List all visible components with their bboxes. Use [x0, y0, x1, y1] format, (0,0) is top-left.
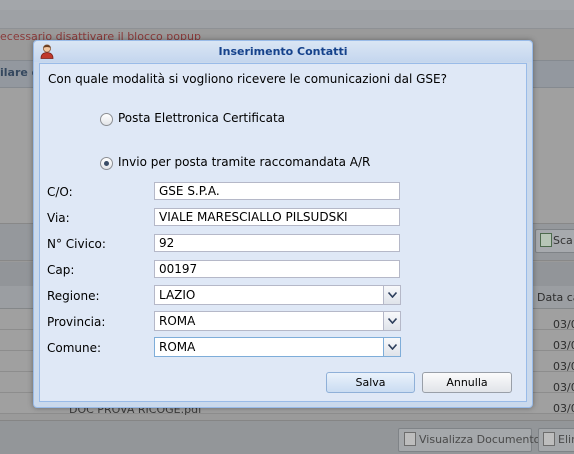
chevron-down-icon — [388, 344, 397, 350]
save-button[interactable]: Salva — [326, 372, 415, 393]
table-cell-date: 03/0 — [553, 360, 574, 373]
dialog-title: Inserimento Contatti — [218, 45, 348, 58]
table-cell-date: 03/0 — [553, 381, 574, 394]
comune-combo[interactable] — [154, 337, 402, 357]
provincia-dropdown-trigger[interactable] — [383, 311, 401, 331]
pec-radio-label: Posta Elettronica Certificata — [118, 111, 286, 125]
cancel-button[interactable]: Annulla — [422, 372, 512, 393]
view-document-button-label: Visualizza Documento — [419, 433, 541, 446]
table-cell-date: 03/0 — [553, 318, 574, 331]
contacts-dialog: Inserimento Contatti Con quale modalità … — [33, 40, 533, 408]
regione-combo[interactable] — [154, 285, 402, 305]
via-input[interactable] — [154, 208, 400, 226]
background-top-bar — [0, 0, 574, 10]
grid-column-header-date[interactable]: Data ca — [537, 291, 574, 304]
co-input[interactable] — [154, 182, 400, 200]
civico-input[interactable] — [154, 234, 400, 252]
comune-label: Comune: — [47, 341, 102, 355]
scan-button-label: Sca — [553, 234, 573, 247]
co-label: C/O: — [47, 185, 73, 199]
chevron-down-icon — [388, 318, 397, 324]
regione-label: Regione: — [47, 289, 100, 303]
dialog-body: Con quale modalità si vogliono ricevere … — [39, 63, 527, 402]
chevron-down-icon — [388, 292, 397, 298]
regione-dropdown-trigger[interactable] — [383, 285, 401, 305]
provincia-label: Provincia: — [47, 315, 106, 329]
civico-label: N° Civico: — [47, 237, 106, 251]
delivery-question: Con quale modalità si vogliono ricevere … — [48, 72, 447, 86]
provincia-select[interactable] — [154, 311, 383, 331]
background-nav-bar — [0, 10, 574, 29]
via-label: Via: — [47, 211, 70, 225]
cap-input[interactable] — [154, 260, 400, 278]
cap-label: Cap: — [47, 263, 75, 277]
raccomandata-radio[interactable] — [100, 157, 113, 170]
comune-dropdown-trigger[interactable] — [383, 337, 401, 357]
table-cell-date: 03/0 — [553, 402, 574, 415]
dialog-header[interactable]: Inserimento Contatti — [34, 41, 532, 62]
table-cell-date: 03/0 — [553, 339, 574, 352]
regione-select[interactable] — [154, 285, 383, 305]
scan-icon — [540, 233, 552, 247]
delete-button-label: Elim — [558, 433, 574, 446]
document-icon — [404, 432, 416, 446]
raccomandata-radio-label: Invio per posta tramite raccomandata A/R — [118, 155, 371, 169]
delete-icon — [543, 432, 555, 446]
pec-radio[interactable] — [100, 113, 113, 126]
comune-select[interactable] — [154, 337, 383, 357]
provincia-combo[interactable] — [154, 311, 402, 331]
